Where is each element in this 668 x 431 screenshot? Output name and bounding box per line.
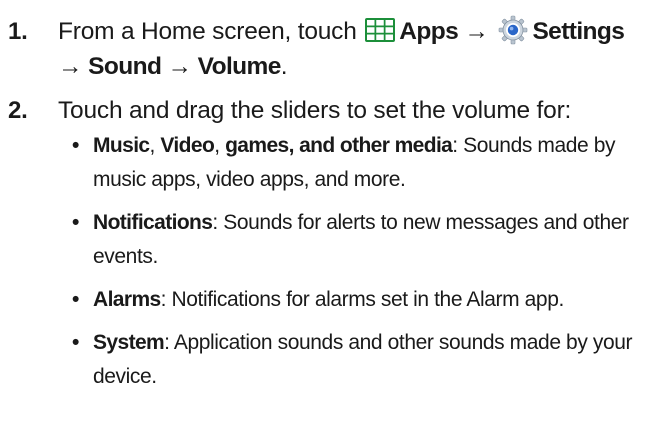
- volume-categories-list: • Music, Video, games, and other media: S…: [58, 129, 658, 394]
- term-music: Music: [93, 134, 150, 157]
- list-item-alarms: • Alarms: Notifications for alarms set in…: [72, 283, 658, 317]
- step-2-body: Touch and drag the sliders to set the vo…: [58, 93, 658, 394]
- instruction-page: 1. From a Home screen, touch Apps → Sett…: [0, 0, 668, 431]
- bullet: •: [72, 288, 79, 311]
- list-item-system: • System: Application sounds and other so…: [72, 326, 658, 394]
- term-notifications: Notifications: [93, 211, 213, 234]
- step-2: 2. Touch and drag the sliders to set the…: [8, 93, 658, 394]
- step-number: 2.: [8, 97, 28, 124]
- bullet: •: [72, 134, 79, 157]
- list-item-notifications: • Notifications: Sounds for alerts to new…: [72, 206, 658, 274]
- settings-label: Settings: [532, 18, 625, 45]
- description: : Notifications for alarms set in the Al…: [160, 288, 565, 311]
- arrow: →: [458, 18, 495, 45]
- step-1-prefix: From a Home screen, touch: [58, 18, 364, 45]
- bullet: •: [72, 331, 79, 354]
- separator: ,: [149, 134, 161, 157]
- step-1: 1. From a Home screen, touch Apps → Sett…: [8, 14, 658, 84]
- term-video: Video: [160, 134, 215, 157]
- sound-label: Sound: [88, 53, 162, 80]
- arrow: →: [58, 53, 89, 80]
- term-alarms: Alarms: [93, 288, 161, 311]
- step-1-text: From a Home screen, touch Apps → Setting…: [58, 14, 658, 84]
- apps-grid-icon: [365, 18, 396, 42]
- period: .: [280, 53, 288, 80]
- arrow: →: [161, 53, 198, 80]
- settings-gear-icon: [499, 15, 528, 45]
- bullet: •: [72, 211, 79, 234]
- volume-label: Volume: [197, 53, 282, 80]
- term-system: System: [93, 331, 165, 354]
- step-2-text: Touch and drag the sliders to set the vo…: [58, 97, 572, 124]
- apps-label: Apps: [399, 18, 459, 45]
- step-number: 1.: [8, 18, 28, 45]
- description: : Application sounds and other sounds ma…: [93, 331, 633, 388]
- list-item-media: • Music, Video, games, and other media: S…: [72, 129, 658, 197]
- term-games-media: games, and other media: [225, 134, 453, 157]
- separator: ,: [214, 134, 226, 157]
